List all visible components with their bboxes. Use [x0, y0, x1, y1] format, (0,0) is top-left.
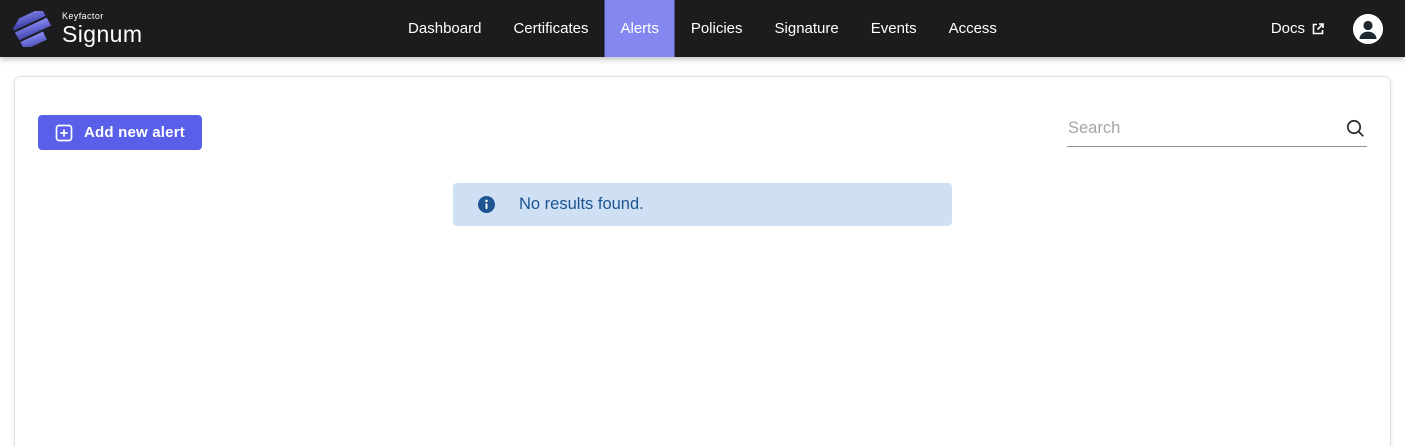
nav-item-policies[interactable]: Policies: [675, 0, 759, 57]
brand-text: Keyfactor Signum: [62, 12, 142, 46]
info-circle-icon: [478, 196, 495, 213]
brand-product: Signum: [62, 23, 142, 46]
nav-item-certificates[interactable]: Certificates: [497, 0, 604, 57]
search-icon[interactable]: [1345, 118, 1366, 144]
nav-item-signature[interactable]: Signature: [759, 0, 855, 57]
toolbar: Add new alert: [15, 77, 1390, 150]
no-results-message: No results found.: [519, 195, 644, 214]
docs-link-label: Docs: [1271, 20, 1305, 37]
brand-company: Keyfactor: [62, 12, 142, 21]
nav-item-events[interactable]: Events: [855, 0, 933, 57]
signum-hexagon-logo-icon: [13, 9, 53, 49]
nav-item-alerts[interactable]: Alerts: [604, 0, 674, 57]
add-box-icon: [55, 124, 73, 142]
user-avatar-icon: [1353, 14, 1383, 44]
search-field: [1067, 117, 1367, 147]
external-link-icon: [1311, 22, 1325, 36]
add-new-alert-button[interactable]: Add new alert: [38, 115, 202, 150]
main-nav: Dashboard Certificates Alerts Policies S…: [392, 0, 1013, 57]
user-avatar-button[interactable]: [1353, 14, 1383, 44]
no-results-alert: No results found.: [453, 183, 952, 226]
search-input[interactable]: [1067, 117, 1367, 147]
brand-logo[interactable]: Keyfactor Signum: [0, 9, 142, 49]
top-navbar: Keyfactor Signum Dashboard Certificates …: [0, 0, 1405, 57]
navbar-right: Docs: [1271, 14, 1405, 44]
add-new-alert-label: Add new alert: [84, 124, 185, 141]
nav-item-dashboard[interactable]: Dashboard: [392, 0, 497, 57]
content-card: Add new alert No results found.: [14, 76, 1391, 446]
docs-link[interactable]: Docs: [1271, 20, 1325, 37]
nav-item-access[interactable]: Access: [933, 0, 1013, 57]
